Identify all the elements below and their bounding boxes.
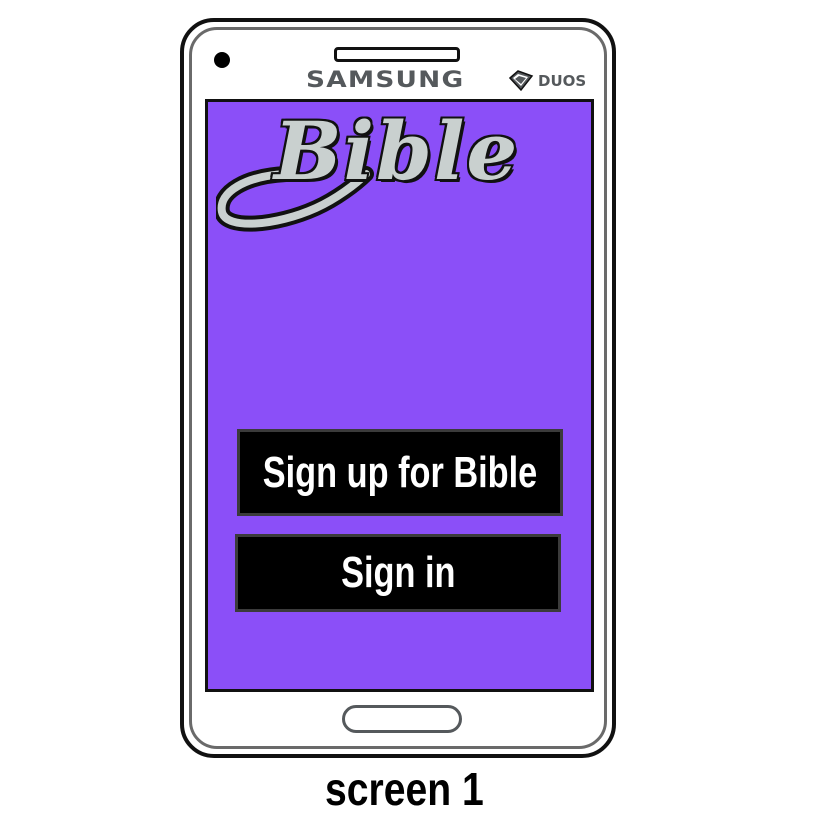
front-camera-icon <box>214 52 230 68</box>
caption-text: screen 1 <box>325 763 484 815</box>
sign-in-label: Sign in <box>340 548 456 597</box>
sign-up-button[interactable]: Sign up for Bible <box>237 429 563 516</box>
earpiece-speaker <box>334 47 460 62</box>
screen-caption: screen 1 <box>0 762 827 816</box>
app-screen: Bible Sign up for Bible Sign in <box>205 99 594 692</box>
stage: SAMSUNG DUOS Bible Sign up for Bible Sig… <box>0 0 827 827</box>
duos-diamond-icon <box>508 70 534 92</box>
sign-in-button[interactable]: Sign in <box>235 534 561 612</box>
sign-up-label: Sign up for Bible <box>262 447 538 497</box>
logo-text: Bible <box>272 102 520 200</box>
duos-badge: DUOS <box>508 70 586 92</box>
app-logo: Bible <box>216 102 591 234</box>
home-button-icon[interactable] <box>342 705 462 733</box>
brand-label: SAMSUNG <box>306 68 465 93</box>
duos-label: DUOS <box>538 72 587 90</box>
